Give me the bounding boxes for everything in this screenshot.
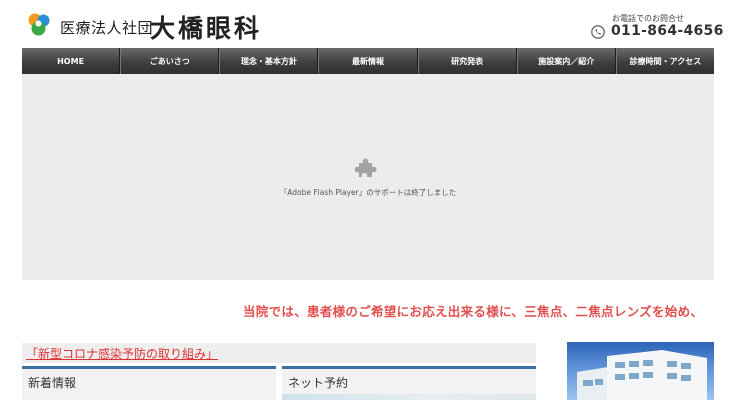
- covid-banner: 「新型コロナ感染予防の取り組み」: [22, 343, 536, 363]
- nav-hours-access[interactable]: 診療時間・アクセス: [615, 48, 714, 74]
- puzzle-icon: [354, 158, 377, 177]
- nav-philosophy[interactable]: 理念・基本方針: [219, 48, 319, 74]
- clinic-logo-icon[interactable]: [26, 11, 52, 37]
- building-illustration: [577, 350, 707, 400]
- clinic-name[interactable]: 大橋眼科: [150, 9, 262, 45]
- nav-latest-info[interactable]: 最新情報: [318, 48, 418, 74]
- flash-unsupported-message: 「Adobe Flash Player」のサポートは終了しました: [279, 188, 457, 197]
- phone-number[interactable]: 011-864-4656: [611, 23, 724, 39]
- nav-facilities[interactable]: 施設案内／紹介: [516, 48, 616, 74]
- nav-home[interactable]: HOME: [22, 48, 121, 74]
- net-reservation-title[interactable]: ネット予約: [288, 374, 348, 391]
- net-reservation-heading[interactable]: ネット予約: [282, 366, 536, 400]
- news-heading: 新着情報: [22, 366, 276, 400]
- marquee-text: 当院では、患者様のご希望にお応え出来る様に、三焦点、二焦点レンズを始め、: [243, 304, 704, 319]
- clinic-building-image: [567, 342, 714, 400]
- net-reservation-banner[interactable]: [282, 394, 536, 400]
- org-label: 医療法人社団: [60, 19, 154, 37]
- flash-placeholder: 「Adobe Flash Player」のサポートは終了しました: [22, 74, 714, 280]
- site-header: 医療法人社団 大橋眼科 お電話でのお問合せ 011-864-4656: [0, 0, 736, 48]
- announcement-marquee: 当院では、患者様のご希望にお応え出来る様に、三焦点、二焦点レンズを始め、: [0, 301, 736, 321]
- news-title: 新着情報: [28, 376, 77, 390]
- phone-icon: [591, 25, 605, 39]
- main-nav: HOME ごあいさつ 理念・基本方針 最新情報 研究発表 施設案内／紹介 診療時…: [22, 48, 714, 74]
- covid-prevention-link[interactable]: 「新型コロナ感染予防の取り組み」: [26, 345, 218, 362]
- nav-greeting[interactable]: ごあいさつ: [120, 48, 220, 74]
- nav-research[interactable]: 研究発表: [417, 48, 517, 74]
